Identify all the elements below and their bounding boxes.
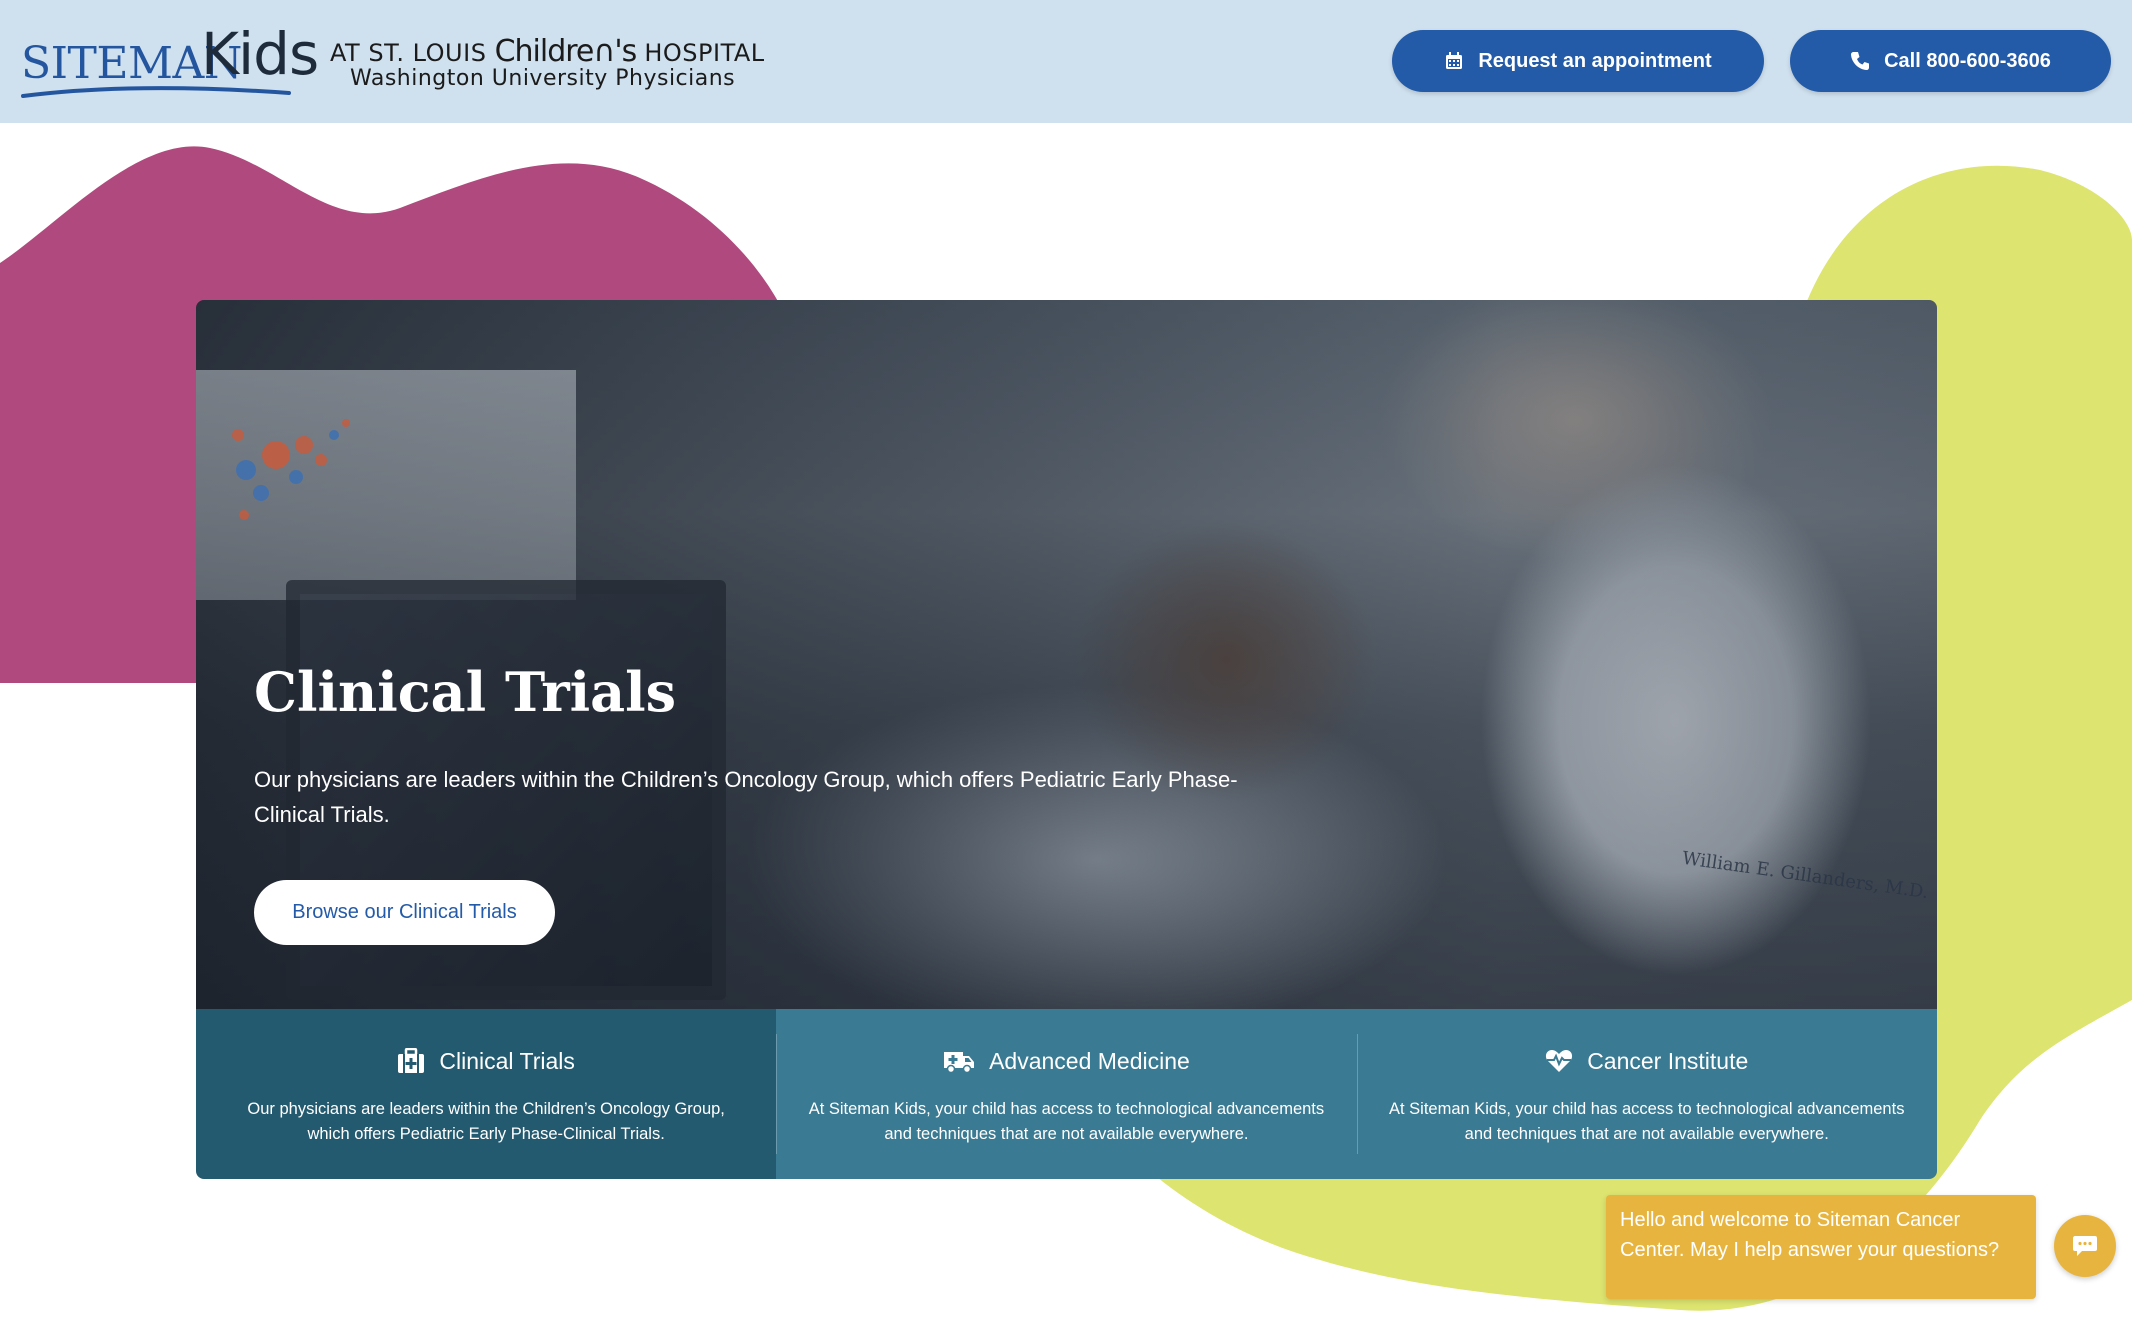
- feature-description: Our physicians are leaders within the Ch…: [247, 1100, 725, 1143]
- calendar-icon: [1446, 52, 1463, 69]
- call-phone-label: Call 800-600-3606: [1884, 49, 2051, 72]
- site-header: SITEMAN Kids AT ST. LOUIS Childre∩'s HOS…: [0, 0, 2132, 123]
- feature-card-header: Advanced Medicine: [943, 1043, 1190, 1079]
- logo-kids-text: Kids: [201, 20, 319, 88]
- feature-cards: Clinical Trials Our physicians are leade…: [196, 1009, 1937, 1179]
- chat-welcome-message[interactable]: Hello and welcome to Siteman Cancer Cent…: [1606, 1195, 2036, 1299]
- feature-card-header: Clinical Trials: [397, 1043, 575, 1079]
- logo-physicians-line: Washington University Physicians: [350, 66, 736, 91]
- request-appointment-label: Request an appointment: [1478, 49, 1712, 72]
- logo-hospital-line: AT ST. LOUIS Childre∩'s HOSPITAL: [330, 34, 765, 69]
- feature-card-header: Cancer Institute: [1545, 1043, 1748, 1079]
- feature-title: Clinical Trials: [439, 1047, 575, 1074]
- phone-icon: [1851, 52, 1870, 70]
- medical-kit-icon: [398, 1048, 425, 1073]
- feature-title: Advanced Medicine: [989, 1047, 1190, 1074]
- chat-icon: [2073, 1236, 2097, 1256]
- feature-description: At Siteman Kids, your child has access t…: [808, 1100, 1325, 1143]
- lab-coat-name: William E. Gillanders, M.D.: [1680, 847, 1930, 904]
- childrens-hospital-logo[interactable]: AT ST. LOUIS Childre∩'s HOSPITAL Washing…: [330, 28, 764, 98]
- decorative-dots-icon: [232, 419, 350, 520]
- logo-swoosh-icon: [21, 86, 291, 98]
- feature-description: At Siteman Kids, your child has access t…: [1389, 1100, 1905, 1143]
- feature-card-cancer-institute[interactable]: Cancer Institute At Siteman Kids, your c…: [1356, 1009, 1937, 1179]
- logo-hospital: HOSPITAL: [644, 39, 765, 67]
- siteman-kids-logo[interactable]: SITEMAN Kids: [21, 20, 319, 102]
- logo-at-st-louis: AT ST. LOUIS: [330, 39, 487, 67]
- chat-launcher-button[interactable]: [2054, 1215, 2116, 1277]
- logo-childrens: Childre∩'s: [494, 34, 638, 69]
- feature-card-clinical-trials[interactable]: Clinical Trials Our physicians are leade…: [196, 1009, 777, 1179]
- hero-banner: William E. Gillanders, M.D. Clinical Tri…: [196, 300, 1937, 1010]
- feature-title: Cancer Institute: [1587, 1047, 1749, 1074]
- call-phone-button[interactable]: Call 800-600-3606: [1790, 30, 2111, 92]
- ambulance-icon: [944, 1052, 975, 1074]
- heartbeat-icon: [1546, 1050, 1573, 1072]
- feature-card-advanced-medicine[interactable]: Advanced Medicine At Siteman Kids, your …: [776, 1009, 1357, 1179]
- hero-description: Our physicians are leaders within the Ch…: [254, 767, 1238, 827]
- hero-title: Clinical Trials: [254, 660, 677, 724]
- request-appointment-button[interactable]: Request an appointment: [1392, 30, 1764, 92]
- browse-clinical-trials-button[interactable]: Browse our Clinical Trials: [254, 880, 555, 945]
